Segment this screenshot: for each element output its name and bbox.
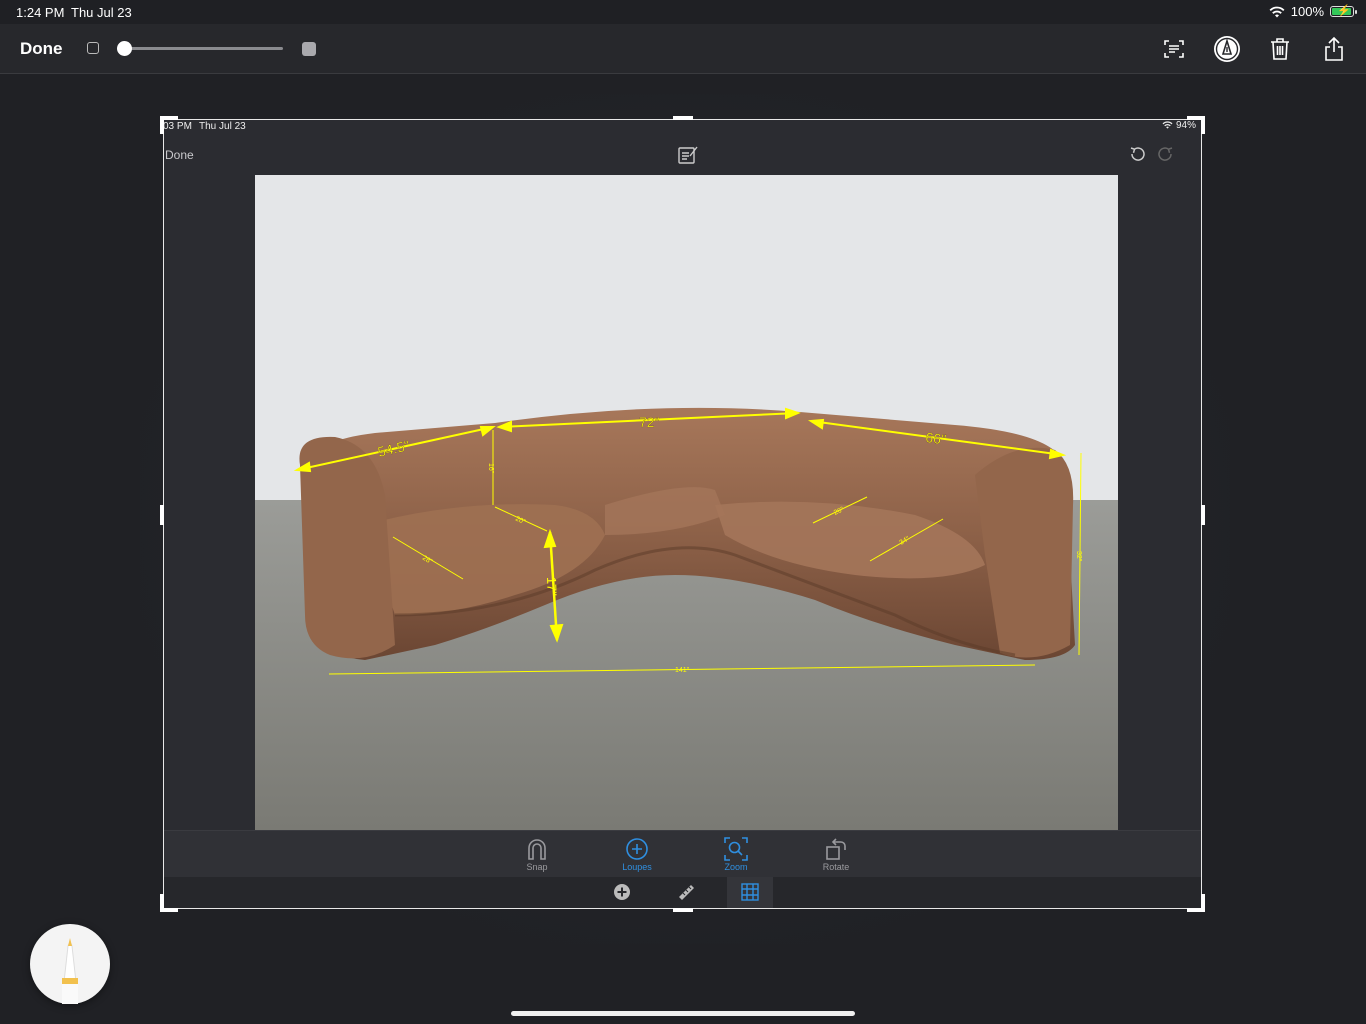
battery-icon: ⚡ — [1330, 5, 1357, 17]
tab-zoom-label: Zoom — [724, 862, 748, 872]
pencil-tool-button[interactable] — [30, 924, 110, 1004]
crop-handle-right[interactable] — [1201, 505, 1205, 525]
crop-handle-top[interactable] — [673, 116, 693, 120]
crop-handle-bottom[interactable] — [673, 908, 693, 912]
measurement-left-small-1: 16" — [487, 463, 494, 474]
home-indicator[interactable] — [511, 1011, 855, 1016]
tab-snap-label: Snap — [526, 862, 548, 872]
done-button[interactable]: Done — [20, 39, 63, 59]
tab-snap: Snap — [507, 837, 567, 872]
markup-pen-icon[interactable] — [1213, 35, 1241, 63]
inner-battery-percent: 94% — [1162, 120, 1196, 131]
tab-rotate-label: Rotate — [822, 862, 850, 872]
measurement-overall-height: 32" — [1075, 551, 1082, 562]
measurement-back-right: 66" — [925, 429, 947, 447]
loupe-icon — [626, 838, 648, 860]
charging-bolt-icon: ⚡ — [1337, 5, 1351, 17]
sofa-illustration: 54.5" 72" 66" 17" 16" 20" 28" 26" 34" 32… — [255, 175, 1118, 830]
pencil-icon — [62, 938, 78, 1004]
sofa-photo: 54.5" 72" 66" 17" 16" 20" 28" 26" 34" 32… — [255, 175, 1118, 830]
inner-battery-text: 94% — [1175, 120, 1196, 131]
measurement-seat-height: 17" — [544, 577, 560, 597]
measurement-back-center: 72" — [639, 414, 660, 430]
tab-loupes-label: Loupes — [622, 862, 652, 872]
inner-wifi-icon — [1162, 121, 1173, 129]
measurement-overall-width: 141" — [675, 667, 690, 674]
battery-percent: 100% — [1290, 4, 1324, 19]
inner-status-bar: 03 PM Thu Jul 23 94% — [163, 119, 1202, 135]
thick-line-icon — [302, 42, 316, 56]
status-date: Thu Jul 23 — [71, 5, 132, 20]
ruler-icon — [679, 885, 694, 900]
undo-icon — [1130, 147, 1145, 161]
crop-handle-left[interactable] — [160, 505, 164, 525]
thin-line-icon — [87, 42, 99, 54]
markup-toolbar: Done — [0, 24, 1366, 74]
grid-icon — [741, 883, 759, 901]
status-right: 100% ⚡ — [1269, 4, 1357, 19]
trash-icon[interactable] — [1266, 35, 1294, 63]
crop-handle-top-left-v[interactable] — [160, 116, 164, 134]
text-recognition-icon[interactable] — [1160, 35, 1188, 63]
crop-handle-top-right-v[interactable] — [1201, 116, 1205, 134]
inner-tab-bar: Snap Loupes Zoom Rotate — [163, 830, 1202, 878]
magnet-icon — [528, 839, 546, 860]
line-width-slider[interactable] — [117, 41, 283, 56]
crop-handle-bottom-left-v[interactable] — [160, 894, 164, 912]
zoom-icon — [724, 837, 748, 861]
tab-rotate: Rotate — [806, 837, 866, 872]
status-bar: 1:24 PM Thu Jul 23 100% ⚡ — [0, 0, 1366, 24]
edit-note-icon — [678, 146, 698, 164]
inner-subtool-bar — [163, 877, 1202, 909]
tab-zoom: Zoom — [706, 837, 766, 872]
inner-status-date: Thu Jul 23 — [199, 121, 246, 132]
status-time: 1:24 PM — [16, 5, 65, 20]
tab-loupes: Loupes — [607, 837, 667, 872]
redo-icon — [1158, 147, 1173, 161]
inner-status-time: 03 PM — [163, 121, 192, 132]
inner-nav-bar: Done — [163, 135, 1202, 175]
slider-thumb[interactable] — [117, 41, 132, 56]
inner-done-button: Done — [165, 148, 194, 162]
rotate-icon — [826, 838, 846, 860]
wifi-icon — [1269, 6, 1285, 17]
screenshot-thumbnail[interactable]: 03 PM Thu Jul 23 94% Done 54.5" 72" 66" … — [163, 119, 1202, 909]
share-icon[interactable] — [1320, 35, 1348, 63]
crop-handle-bottom-right-v[interactable] — [1201, 894, 1205, 912]
add-icon — [614, 884, 630, 900]
